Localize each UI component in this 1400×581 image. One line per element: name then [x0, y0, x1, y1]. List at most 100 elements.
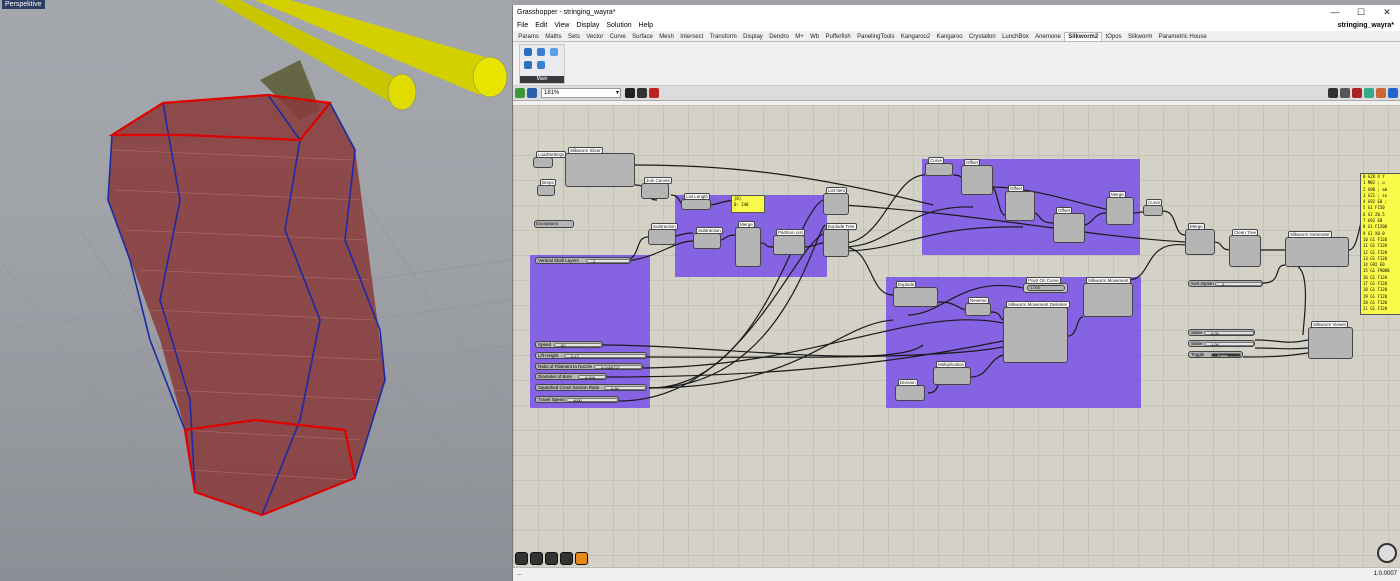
vertical-shell-layers-slider[interactable]: Vertical Shell Layers 2	[535, 257, 631, 264]
fire-icon[interactable]	[575, 552, 588, 565]
menu-display[interactable]: Display	[576, 22, 599, 29]
menu-help[interactable]: Help	[639, 22, 653, 29]
partition-list-component[interactable]: Partition List	[773, 229, 805, 255]
movement-icon[interactable]	[537, 61, 545, 69]
list-length-component[interactable]: List Length	[681, 193, 711, 210]
tab-parametric-house[interactable]: Parametric House	[1156, 33, 1210, 41]
slider-start[interactable]: Slider 0.00	[1188, 329, 1255, 336]
preview-mode-icon[interactable]	[625, 88, 635, 98]
movement-delimiter-component[interactable]: Silkworm Movement Delimiter	[1003, 301, 1070, 363]
rhino-viewport[interactable]: Perspektive	[0, 0, 512, 581]
preview-settings-icon[interactable]	[1376, 88, 1386, 98]
explode-component[interactable]: Explode	[893, 281, 938, 307]
silkworm-slicer-component[interactable]: Silkworm Slicer	[565, 147, 635, 187]
tab-kangaroo[interactable]: Kangaroo	[933, 33, 965, 41]
silkworm-generator-component[interactable]: Silkworm Generator	[1285, 231, 1349, 267]
slider-end[interactable]: Slider 1.00	[1188, 340, 1255, 347]
close-button[interactable]: ✕	[1374, 7, 1400, 18]
tab-pufferfish[interactable]: Pufferfish	[822, 33, 854, 41]
tab-crystallon[interactable]: Crystallon	[966, 33, 999, 41]
merge-component-2[interactable]: Merge	[1106, 191, 1134, 225]
reverse-component[interactable]: Reverse	[965, 297, 991, 316]
offset-component-2[interactable]: Offset	[1005, 185, 1035, 221]
silkworm-movement-component[interactable]: Silkworm Movement	[1083, 277, 1133, 317]
tab-panelingtools[interactable]: PanelingTools	[854, 33, 898, 41]
slicer-icon[interactable]	[524, 48, 532, 56]
subtraction-component-1[interactable]: Subtraction	[648, 223, 678, 245]
tab-sets[interactable]: Sets	[565, 33, 583, 41]
lift-height-slider[interactable]: Lift Height 0.17	[535, 352, 647, 359]
sort-option-slider[interactable]: Sort Option 2	[1188, 280, 1263, 287]
merge-component-1[interactable]: Merge	[735, 221, 761, 267]
tab-lunchbox[interactable]: LunchBox	[999, 33, 1032, 41]
tab-mesh[interactable]: Mesh	[656, 33, 677, 41]
silkworm-viewer-component[interactable]: Silkworm Viewer	[1308, 321, 1353, 359]
tab-anemone[interactable]: Anemone	[1032, 33, 1064, 41]
gcode-output-panel[interactable]: 0 G28 X Y1 M82 ; u2 G90 ; ab 3 G21 ; se 4 …	[1360, 173, 1400, 315]
maximize-button[interactable]: ☐	[1348, 7, 1374, 18]
offset-component-3[interactable]: Offset	[1053, 207, 1085, 243]
multiplication-component[interactable]: Multiplication	[933, 361, 971, 385]
list-item-component[interactable]: List Item	[823, 187, 849, 215]
zoom-dropdown[interactable]: 181%	[541, 88, 621, 98]
point-on-curve-value[interactable]: 1.000	[1027, 285, 1065, 291]
open-file-icon[interactable]	[515, 88, 525, 98]
tab-maths[interactable]: Maths	[542, 33, 565, 41]
save-file-icon[interactable]	[527, 88, 537, 98]
filament-ratio-slider[interactable]: Ratio of Filament to Nozzle 0.0458727	[535, 363, 643, 370]
eye-icon[interactable]	[637, 88, 647, 98]
division-component[interactable]: Division	[895, 379, 925, 401]
clean-tree-component[interactable]: Clean Tree	[1229, 229, 1261, 267]
menu-solution[interactable]: Solution	[606, 22, 631, 29]
tab-dendro[interactable]: Dendro	[766, 33, 792, 41]
diameter-of-bore-slider[interactable]: Diameter of Bore 6.000	[535, 373, 607, 380]
export-icon[interactable]	[545, 552, 558, 565]
minimize-button[interactable]: —	[1322, 7, 1348, 17]
breps-component[interactable]: Breps	[537, 179, 556, 196]
tab-intersect[interactable]: Intersect	[677, 33, 706, 41]
tab-topos[interactable]: tOpos	[1102, 33, 1124, 41]
point-on-curve-component[interactable]: Point On Curve 1.000	[1023, 277, 1068, 293]
merge-component-3[interactable]: Merge	[1185, 223, 1215, 255]
speed-slider[interactable]: Speed 50	[535, 341, 603, 348]
value-panel[interactable]: {0} 0: 240	[731, 195, 765, 213]
exceptions-component[interactable]: Exceptions	[534, 220, 574, 228]
tab-display[interactable]: Display	[740, 33, 766, 41]
tab-curve[interactable]: Curve	[607, 33, 629, 41]
close-icon[interactable]	[530, 552, 543, 565]
curve-component-2[interactable]: Curve	[1143, 199, 1163, 216]
no-preview-icon[interactable]	[1352, 88, 1362, 98]
tab-params[interactable]: Params	[515, 33, 542, 41]
arrow-icon[interactable]	[560, 552, 573, 565]
tab-silkworm2[interactable]: Silkworm2	[1064, 32, 1103, 41]
wireframe-preview-icon[interactable]	[1340, 88, 1350, 98]
pen-icon[interactable]	[537, 48, 545, 56]
join-curves-component[interactable]: Join Curves	[641, 177, 672, 199]
tab-mplus[interactable]: M+	[792, 33, 807, 41]
viewport-label[interactable]: Perspektive	[2, 0, 45, 9]
load-settings-component[interactable]: LoadSettings	[533, 151, 567, 168]
cross-section-ratio-slider[interactable]: Squashed Cross Section Ratio 0.50	[535, 384, 647, 391]
offset-component-1[interactable]: Offset	[961, 159, 993, 195]
subtraction-component-2[interactable]: Subtraction	[693, 227, 723, 249]
tab-transform[interactable]: Transform	[706, 33, 740, 41]
tab-surface[interactable]: Surface	[629, 33, 656, 41]
viewer-icon[interactable]	[524, 61, 532, 69]
tab-silkworm[interactable]: Silkworm	[1125, 33, 1156, 41]
document-preview-icon[interactable]	[1364, 88, 1374, 98]
grasshopper-canvas[interactable]: LoadSettings Silkworm Slicer Breps Join …	[513, 105, 1400, 567]
menu-edit[interactable]: Edit	[535, 22, 547, 29]
preview-mesh-icon[interactable]	[1388, 88, 1398, 98]
explode-tree-component[interactable]: Explode Tree	[823, 223, 857, 257]
tab-wb[interactable]: Wb	[807, 33, 822, 41]
tab-kangaroo2[interactable]: Kangaroo2	[898, 33, 934, 41]
travel-speed-slider[interactable]: Travel Speed 4000	[535, 396, 619, 403]
menu-file[interactable]: File	[517, 22, 528, 29]
sketch-icon[interactable]	[649, 88, 659, 98]
tab-vector[interactable]: Vector	[583, 33, 606, 41]
shaded-preview-icon[interactable]	[1328, 88, 1338, 98]
gear-icon[interactable]	[550, 48, 558, 56]
curve-component-1[interactable]: Curve	[925, 157, 953, 176]
pen-icon[interactable]	[515, 552, 528, 565]
toggle-display[interactable]: Toggle False	[1188, 351, 1243, 358]
